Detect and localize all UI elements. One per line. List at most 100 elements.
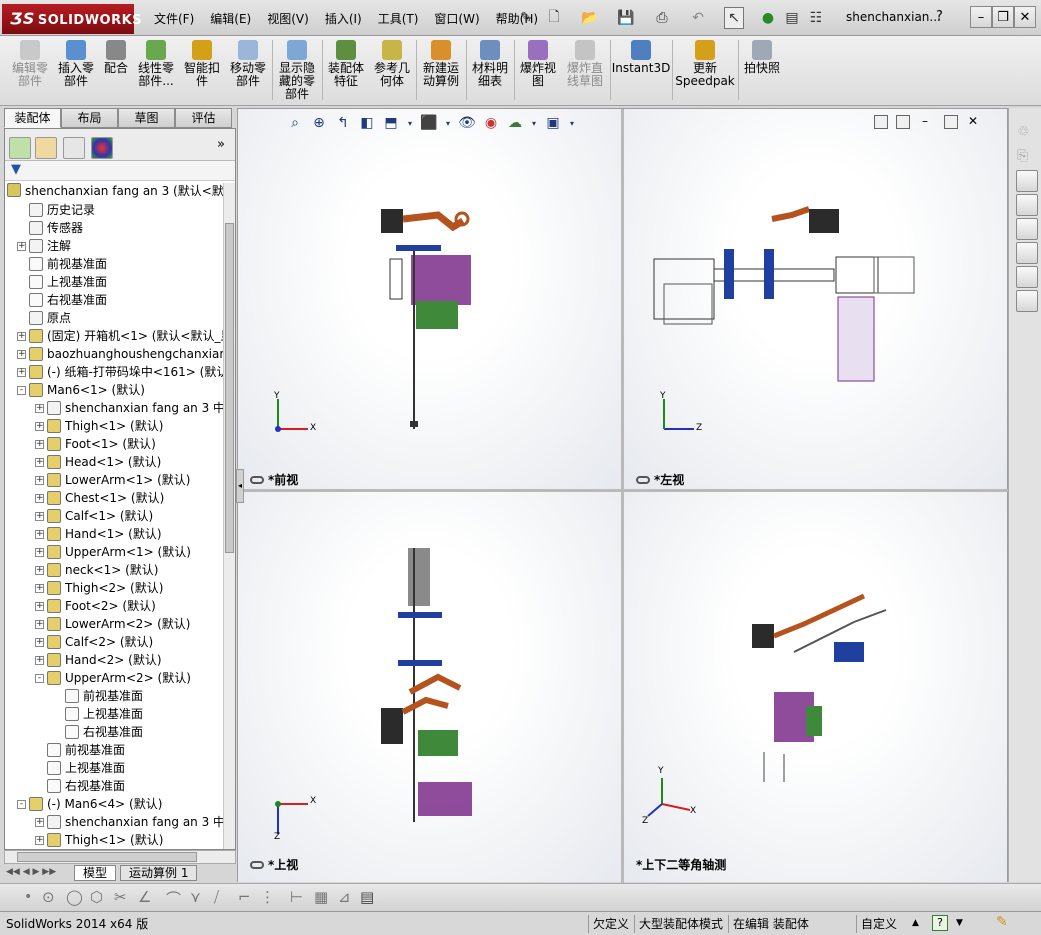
tile-horizontal-icon[interactable] [896, 115, 910, 129]
expand-icon[interactable]: + [17, 349, 26, 359]
relation-icon[interactable]: ⊿ [338, 888, 351, 906]
tree-item[interactable]: + shenchanxian fang an 3 中的配合 [5, 813, 223, 831]
file-explorer-icon[interactable] [1016, 218, 1038, 240]
move-component-button[interactable]: 移动零 部件 [226, 40, 270, 102]
tree-item[interactable]: + Head<1> (默认) [5, 453, 161, 471]
new-motion-study-button[interactable]: 新建运 动算例 [418, 40, 464, 102]
tab-sketch[interactable]: 草图 [118, 108, 175, 128]
chevron-down-icon[interactable]: ▾ [443, 113, 453, 133]
expand-icon[interactable]: + [35, 529, 44, 539]
take-snapshot-button[interactable]: 拍快照 [740, 40, 784, 102]
tree-item[interactable]: 右视基准面 [5, 777, 125, 795]
save-icon[interactable]: 💾 [616, 7, 636, 29]
viewport-minimize-icon[interactable]: – [922, 115, 936, 129]
mate-button[interactable]: 配合 [98, 40, 134, 102]
print-icon[interactable]: ⎙ [652, 7, 672, 29]
zoom-to-fit-icon[interactable]: ⌕ [285, 113, 305, 133]
tree-item[interactable]: 历史记录 [5, 201, 95, 219]
tree-horizontal-scrollbar[interactable] [4, 850, 236, 864]
solidworks-resources-icon[interactable] [1016, 170, 1038, 192]
expand-icon[interactable]: + [35, 493, 44, 503]
tree-item[interactable]: + Chest<1> (默认) [5, 489, 164, 507]
menu-tools[interactable]: 工具(T) [370, 8, 427, 30]
expand-icon[interactable]: + [17, 367, 26, 377]
expand-icon[interactable]: + [35, 835, 44, 845]
feature-manager-icon[interactable] [9, 137, 31, 159]
tree-item[interactable]: + Calf<1> (默认) [5, 507, 153, 525]
ellipse-icon[interactable]: ◯ [66, 888, 83, 906]
tree-item[interactable]: + UpperArm<1> (默认) [5, 543, 191, 561]
expand-icon[interactable]: + [35, 601, 44, 611]
expand-icon[interactable]: + [35, 457, 44, 467]
tab-motion-study-1[interactable]: 运动算例 1 [120, 865, 198, 881]
graphics-area[interactable]: X Y *前视 Z Y *左视 – ✕ X Z *上视 X Y Z *上下二等角… [236, 108, 1009, 883]
viewport-horizontal-splitter[interactable] [238, 489, 1009, 492]
select-pointer-icon[interactable]: ↖ [724, 7, 744, 29]
menu-file[interactable]: 文件(F) [146, 8, 202, 30]
hide-show-items-icon[interactable]: 👁 [457, 113, 477, 133]
expand-icon[interactable]: + [35, 583, 44, 593]
tree-scrollbar[interactable] [223, 183, 235, 849]
link-views-icon[interactable] [636, 475, 650, 484]
tree-item[interactable]: + LowerArm<2> (默认) [5, 615, 191, 633]
tree-item[interactable]: + Calf<2> (默认) [5, 633, 153, 651]
chevron-down-icon[interactable]: ▾ [405, 113, 415, 133]
tree-item[interactable]: 右视基准面 [5, 723, 143, 741]
construction-icon[interactable]: ⋮ [260, 888, 275, 906]
edit-appearance-icon[interactable]: ◉ [481, 113, 501, 133]
chevron-down-icon[interactable]: ▾ [529, 113, 539, 133]
tree-item[interactable]: 前视基准面 [5, 687, 143, 705]
tree-item[interactable]: 前视基准面 [5, 255, 107, 273]
trim-icon[interactable]: ✂ [114, 888, 127, 906]
expand-icon[interactable]: + [17, 331, 26, 341]
tree-item[interactable]: 上视基准面 [5, 759, 125, 777]
previous-view-icon[interactable]: ↰ [333, 113, 353, 133]
tab-layout[interactable]: 布局 [61, 108, 118, 128]
tree-item[interactable]: + Foot<2> (默认) [5, 597, 156, 615]
tree-item[interactable]: + (固定) 开箱机<1> (默认<默认_显: [5, 327, 223, 345]
mirror-icon[interactable]: ⧸ [214, 888, 219, 906]
viewport-close-icon[interactable]: ✕ [968, 115, 982, 129]
expand-icon[interactable]: + [35, 547, 44, 557]
corner-icon[interactable]: ⌐ [238, 888, 251, 906]
viewport-vertical-splitter[interactable] [621, 109, 624, 883]
expand-icon[interactable]: + [35, 421, 44, 431]
view-palette-icon[interactable] [1016, 242, 1038, 264]
smart-fasteners-button[interactable]: 智能扣 件 [180, 40, 224, 102]
close-button[interactable]: ✕ [1014, 6, 1036, 28]
open-folder-icon[interactable]: 📂 [580, 7, 600, 29]
table-icon[interactable]: ▤ [360, 888, 374, 906]
expand-icon[interactable]: + [35, 403, 44, 413]
viewport-front[interactable]: X Y *前视 [238, 109, 621, 489]
tree-item[interactable]: + 注解 [5, 237, 71, 255]
solidworks-logo[interactable]: ƷS SOLIDWORKS [2, 4, 142, 34]
tab-model[interactable]: 模型 [74, 865, 117, 881]
update-speedpak-button[interactable]: 更新 Speedpak [674, 40, 736, 102]
filter-icon[interactable]: ▼ [11, 162, 21, 177]
menu-window[interactable]: 窗口(W) [426, 8, 487, 30]
tree-item[interactable]: 传感器 [5, 219, 83, 237]
view-settings-icon[interactable]: ▣ [543, 113, 563, 133]
chevron-down-icon[interactable]: ▼ [956, 918, 963, 928]
edit-component-button[interactable]: 编辑零 部件 [8, 40, 52, 102]
tree-item[interactable]: + Thigh<2> (默认) [5, 579, 163, 597]
pin-icon[interactable]: ✎ [516, 7, 536, 29]
tree-item[interactable]: + Thigh<1> (默认) [5, 831, 163, 849]
tree-item[interactable]: + LowerArm<1> (默认) [5, 471, 191, 489]
linear-pattern-button[interactable]: 线性零 部件... [134, 40, 178, 102]
expand-icon[interactable]: + [35, 637, 44, 647]
view-orientation-icon[interactable]: ⬒ [381, 113, 401, 133]
tree-item[interactable]: + neck<1> (默认) [5, 561, 158, 579]
assembly-features-button[interactable]: 装配体 特征 [324, 40, 368, 102]
expand-icon[interactable]: + [17, 241, 26, 251]
tree-item[interactable]: - (-) Man6<4> (默认) [5, 795, 162, 813]
unlock-icon[interactable]: ⎘ [1017, 148, 1037, 168]
apply-scene-icon[interactable]: ☁ [505, 113, 525, 133]
exploded-view-button[interactable]: 爆炸视 图 [516, 40, 560, 102]
zoom-to-area-icon[interactable]: ⊕ [309, 113, 329, 133]
tree-item[interactable]: 上视基准面 [5, 705, 143, 723]
polygon-icon[interactable]: ⬡ [90, 888, 103, 906]
notification-icon[interactable]: ✎ [996, 914, 1008, 930]
maximize-button[interactable]: ❐ [992, 6, 1014, 28]
fillet-icon[interactable]: ⌒ [166, 888, 181, 909]
